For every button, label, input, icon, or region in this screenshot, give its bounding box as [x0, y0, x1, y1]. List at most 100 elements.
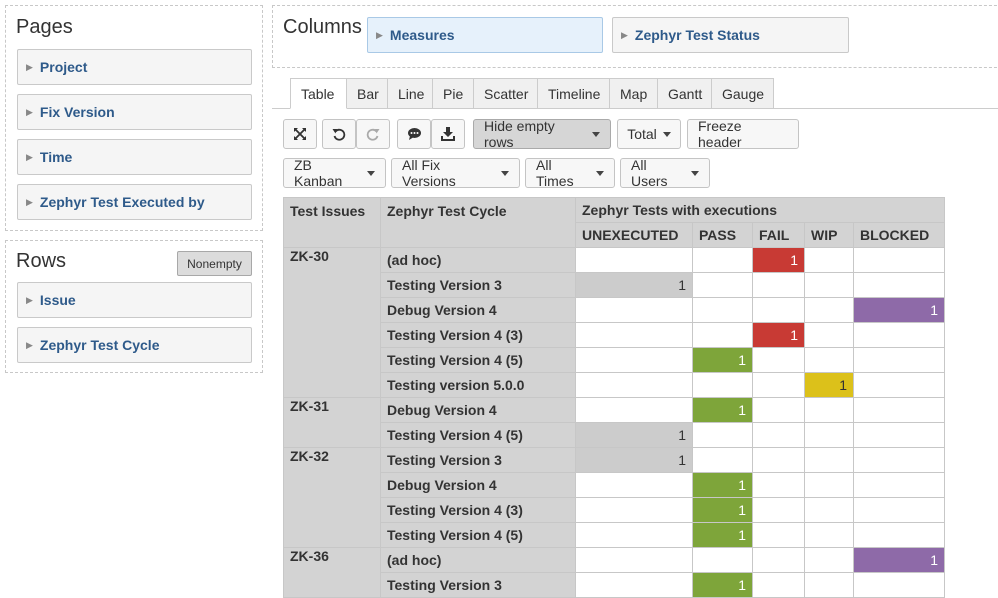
value-cell-fail [752, 347, 805, 373]
pages-title: Pages [16, 16, 73, 38]
user-filter-dropdown[interactable]: All Users [620, 157, 710, 189]
columns-title: Columns [283, 16, 362, 38]
row-dimension-test-cycle[interactable]: ▶ Zephyr Test Cycle [17, 327, 252, 363]
issue-cell[interactable]: ZK-36 [283, 547, 381, 598]
issue-cell[interactable]: ZK-31 [283, 397, 381, 448]
value-cell-blocked [853, 347, 945, 373]
cycle-cell[interactable]: Debug Version 4 [380, 472, 576, 498]
caret-down-icon [367, 170, 375, 176]
table-row: ZK-32 Testing Version 31 [283, 447, 945, 548]
value-cell-unexecuted: 1 [575, 422, 693, 448]
column-dimension-measures[interactable]: ▶ Measures [367, 17, 603, 53]
value-cell-pass [692, 547, 753, 573]
value-cell-wip [804, 472, 854, 498]
cycle-cell[interactable]: Testing version 5.0.0 [380, 372, 576, 398]
value-cell-pass: 1 [692, 397, 753, 423]
issue-cell[interactable]: ZK-30 [283, 247, 381, 398]
cycle-cell[interactable]: Testing Version 3 [380, 447, 576, 473]
tab-line[interactable]: Line [388, 78, 433, 109]
value-cell-wip [804, 322, 854, 348]
value-cell-wip [804, 572, 854, 598]
expand-triangle-icon: ▶ [26, 61, 33, 72]
tab-timeline[interactable]: Timeline [538, 78, 610, 109]
cycle-cell[interactable]: Testing Version 4 (5) [380, 522, 576, 548]
project-filter-dropdown[interactable]: ZB Kanban [283, 157, 386, 189]
value-cell-pass [692, 322, 753, 348]
value-cell-unexecuted [575, 347, 693, 373]
header-status-wip[interactable]: WIP [804, 222, 854, 248]
total-dropdown[interactable]: Total [617, 119, 681, 149]
page-dimension-project[interactable]: ▶ Project [17, 49, 252, 85]
page-dimension-time[interactable]: ▶ Time [17, 139, 252, 175]
cycle-cell[interactable]: Testing Version 4 (5) [380, 347, 576, 373]
value-cell-fail [752, 447, 805, 473]
page-dimension-executed-by[interactable]: ▶ Zephyr Test Executed by [17, 184, 252, 220]
cycle-cell[interactable]: Testing Version 3 [380, 272, 576, 298]
cycle-cell[interactable]: Debug Version 4 [380, 397, 576, 423]
issue-cell[interactable]: ZK-32 [283, 447, 381, 548]
column-dimension-test-status[interactable]: ▶ Zephyr Test Status [612, 17, 849, 53]
header-test-issues[interactable]: Test Issues [283, 197, 381, 248]
freeze-header-button[interactable]: Freeze header [687, 118, 799, 150]
dimension-label: Zephyr Test Status [634, 27, 760, 43]
table-row: Testing Version 4 (5) 1 [284, 347, 945, 373]
time-filter-dropdown[interactable]: All Times [525, 157, 615, 189]
tab-map[interactable]: Map [610, 78, 658, 109]
total-label: Total [627, 126, 657, 142]
caret-down-icon [691, 170, 699, 176]
table-row: Testing Version 4 (3) 1 [284, 497, 945, 523]
value-cell-fail [752, 272, 805, 298]
header-test-cycle[interactable]: Zephyr Test Cycle [380, 197, 576, 248]
value-cell-unexecuted [575, 472, 693, 498]
nonempty-button[interactable]: Nonempty [177, 251, 252, 276]
value-cell-unexecuted [575, 247, 693, 273]
report-table-body: ZK-30 (ad hoc) 1 Testing Version 3 1 Debug Ve… [283, 247, 945, 598]
redo-icon [366, 128, 380, 141]
undo-icon [332, 128, 346, 141]
tab-pie[interactable]: Pie [433, 78, 474, 109]
value-cell-fail [752, 297, 805, 323]
cycle-cell[interactable]: Testing Version 4 (5) [380, 422, 576, 448]
table-row: ZK-30 (ad hoc) 1 [283, 247, 945, 398]
tab-scatter[interactable]: Scatter [474, 78, 538, 109]
value-cell-blocked [853, 272, 945, 298]
fix-version-filter-dropdown[interactable]: All Fix Versions [391, 157, 520, 189]
cycle-cell[interactable]: (ad hoc) [380, 547, 576, 573]
tab-gantt[interactable]: Gantt [658, 78, 712, 109]
header-tests-with-executions[interactable]: Zephyr Tests with executions [575, 197, 945, 223]
header-status-blocked[interactable]: BLOCKED [853, 222, 945, 248]
cycle-cell[interactable]: Testing Version 4 (3) [380, 322, 576, 348]
value-cell-fail: 1 [752, 322, 805, 348]
cycle-cell[interactable]: Testing Version 4 (3) [380, 497, 576, 523]
tab-bar[interactable]: Bar [347, 78, 388, 109]
header-status-pass[interactable]: PASS [692, 222, 753, 248]
value-cell-pass [692, 297, 753, 323]
cycle-cell[interactable]: (ad hoc) [380, 247, 576, 273]
value-cell-blocked [853, 572, 945, 598]
header-status-unexecuted[interactable]: UNEXECUTED [575, 222, 693, 248]
value-cell-fail [752, 547, 805, 573]
comment-button[interactable] [397, 119, 431, 149]
redo-button[interactable] [356, 119, 390, 149]
value-cell-fail [752, 397, 805, 423]
value-cell-wip [804, 422, 854, 448]
tab-table[interactable]: Table [290, 78, 347, 109]
row-dimension-issue[interactable]: ▶ Issue [17, 282, 252, 318]
caret-down-icon [596, 170, 604, 176]
value-cell-wip [804, 497, 854, 523]
value-cell-unexecuted [575, 397, 693, 423]
tab-gauge[interactable]: Gauge [712, 78, 774, 109]
undo-button[interactable] [322, 119, 356, 149]
value-cell-unexecuted [575, 322, 693, 348]
cycle-cell[interactable]: Debug Version 4 [380, 297, 576, 323]
fullscreen-button[interactable] [283, 119, 317, 149]
hide-empty-rows-dropdown[interactable]: Hide empty rows [473, 118, 611, 150]
value-cell-blocked [853, 422, 945, 448]
cycle-cell[interactable]: Testing Version 3 [380, 572, 576, 598]
dimension-label: Zephyr Test Executed by [39, 194, 205, 210]
page-dimension-fix-version[interactable]: ▶ Fix Version [17, 94, 252, 130]
header-status-fail[interactable]: FAIL [752, 222, 805, 248]
table-row: Testing Version 4 (5) 1 [284, 422, 945, 448]
export-button[interactable] [431, 119, 465, 149]
value-cell-wip [804, 447, 854, 473]
